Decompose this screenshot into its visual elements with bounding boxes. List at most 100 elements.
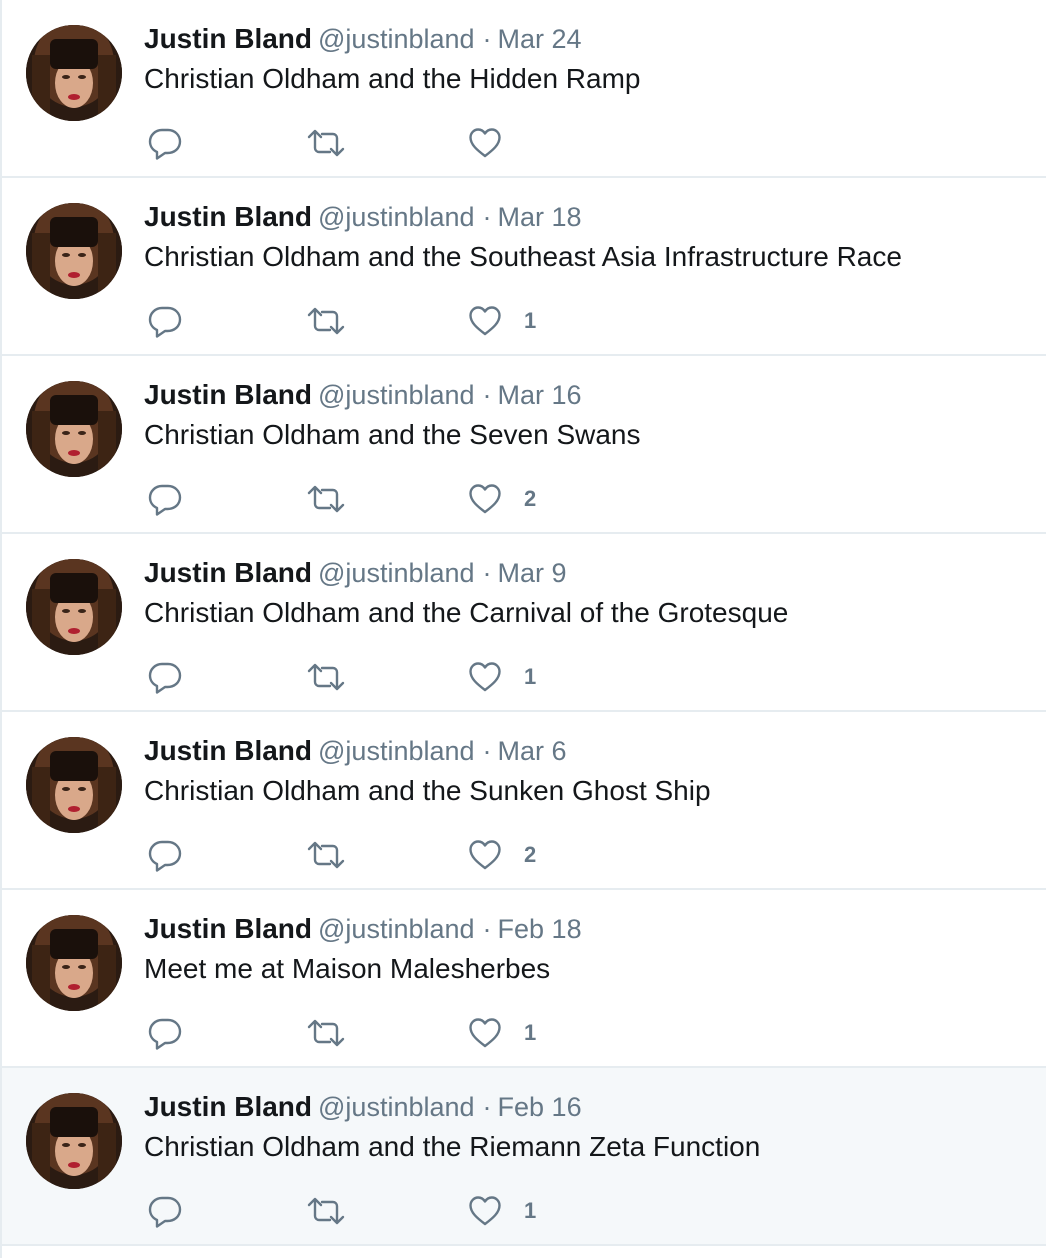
like-button[interactable]: 1 [468,301,536,341]
tweet[interactable]: Justin Bland @justinbland · Mar 24 Christia… [2,0,1046,178]
reply-button[interactable] [148,1191,182,1231]
username[interactable]: @justinbland [318,558,475,588]
username[interactable]: @justinbland [318,736,475,766]
retweet-button[interactable] [306,301,346,341]
tweet-header: Justin Bland @justinbland · Mar 24 [144,20,582,58]
avatar[interactable] [26,25,122,121]
reply-button[interactable] [148,835,182,875]
timestamp[interactable]: Feb 18 [498,914,582,944]
tweet-text: Christian Oldham and the Carnival of the… [144,597,789,628]
timestamp[interactable]: Mar 24 [498,24,582,54]
separator: · [482,202,492,232]
tweet[interactable]: Justin Bland @justinbland · Feb 18 Meet me … [2,890,1046,1068]
separator: · [482,1092,492,1122]
username[interactable]: @justinbland [318,914,475,944]
retweet-icon [307,1197,345,1225]
separator: · [482,24,492,54]
tweet-actions: 2 [148,835,648,875]
tweet-actions: 1 [148,1013,648,1053]
timestamp[interactable]: Feb 16 [498,1092,582,1122]
profile-photo [26,1093,122,1189]
heart-icon [469,306,501,336]
reply-icon [148,1018,182,1050]
tweet-header: Justin Bland @justinbland · Mar 6 [144,732,567,770]
timestamp[interactable]: Mar 18 [498,202,582,232]
like-button[interactable]: 1 [468,1013,536,1053]
tweet[interactable]: Justin Bland @justinbland · Feb 16 Christia… [2,1068,1046,1246]
reply-icon [148,662,182,694]
reply-icon [148,484,182,516]
display-name[interactable]: Justin Bland [144,23,312,54]
display-name[interactable]: Justin Bland [144,557,312,588]
timestamp[interactable]: Mar 9 [498,558,567,588]
display-name[interactable]: Justin Bland [144,201,312,232]
reply-icon [148,840,182,872]
retweet-icon [307,307,345,335]
tweet-text: Christian Oldham and the Southeast Asia … [144,241,902,272]
tweet-text: Christian Oldham and the Riemann Zeta Fu… [144,1131,761,1162]
username[interactable]: @justinbland [318,24,475,54]
display-name[interactable]: Justin Bland [144,913,312,944]
retweet-button[interactable] [306,835,346,875]
avatar[interactable] [26,559,122,655]
retweet-icon [307,1019,345,1047]
tweet-text: Christian Oldham and the Seven Swans [144,419,641,450]
tweet[interactable]: Justin Bland @justinbland · Mar 9 Christian… [2,534,1046,712]
retweet-button[interactable] [306,123,346,163]
username[interactable]: @justinbland [318,380,475,410]
reply-button[interactable] [148,301,182,341]
reply-button[interactable] [148,657,182,697]
tweet-text: Meet me at Maison Malesherbes [144,953,551,984]
retweet-icon [307,841,345,869]
avatar[interactable] [26,381,122,477]
display-name[interactable]: Justin Bland [144,1091,312,1122]
retweet-button[interactable] [306,1013,346,1053]
tweet-timeline: Justin Bland @justinbland · Mar 24 Christia… [0,0,1046,1258]
like-button[interactable]: 1 [468,1191,536,1231]
tweet[interactable]: Justin Bland @justinbland · Mar 16 Christia… [2,356,1046,534]
reply-button[interactable] [148,479,182,519]
timestamp[interactable]: Mar 6 [498,736,567,766]
tweet-actions: 1 [148,301,648,341]
tweet[interactable]: Justin Bland @justinbland · Mar 18 Christia… [2,178,1046,356]
like-button[interactable]: 2 [468,835,536,875]
tweet-actions: 1 [148,1191,648,1231]
like-count: 1 [524,664,537,689]
display-name[interactable]: Justin Bland [144,379,312,410]
avatar[interactable] [26,203,122,299]
tweet-actions: 2 [148,479,648,519]
tweet-header: Justin Bland @justinbland · Feb 16 [144,1088,582,1126]
username[interactable]: @justinbland [318,202,475,232]
separator: · [482,380,492,410]
separator: · [482,736,492,766]
profile-photo [26,559,122,655]
username[interactable]: @justinbland [318,1092,475,1122]
retweet-button[interactable] [306,479,346,519]
heart-icon [469,662,501,692]
heart-icon [469,484,501,514]
tweet-text: Christian Oldham and the Sunken Ghost Sh… [144,775,711,806]
tweet-actions [148,123,648,163]
like-button[interactable]: 2 [468,479,536,519]
like-button[interactable]: 1 [468,657,536,697]
avatar[interactable] [26,915,122,1011]
like-count: 2 [524,842,537,867]
separator: · [482,914,492,944]
profile-photo [26,25,122,121]
retweet-button[interactable] [306,1191,346,1231]
avatar[interactable] [26,737,122,833]
display-name[interactable]: Justin Bland [144,735,312,766]
tweet[interactable]: Justin Bland @justinbland · Mar 6 Christian… [2,712,1046,890]
retweet-button[interactable] [306,657,346,697]
tweet-header: Justin Bland @justinbland · Mar 18 [144,198,582,236]
timestamp[interactable]: Mar 16 [498,380,582,410]
avatar[interactable] [26,1093,122,1189]
like-button[interactable] [468,123,524,163]
reply-button[interactable] [148,123,182,163]
retweet-icon [307,663,345,691]
tweet-header: Justin Bland @justinbland · Mar 16 [144,376,582,414]
reply-button[interactable] [148,1013,182,1053]
retweet-icon [307,129,345,157]
tweet-actions: 1 [148,657,648,697]
heart-icon [469,1018,501,1048]
